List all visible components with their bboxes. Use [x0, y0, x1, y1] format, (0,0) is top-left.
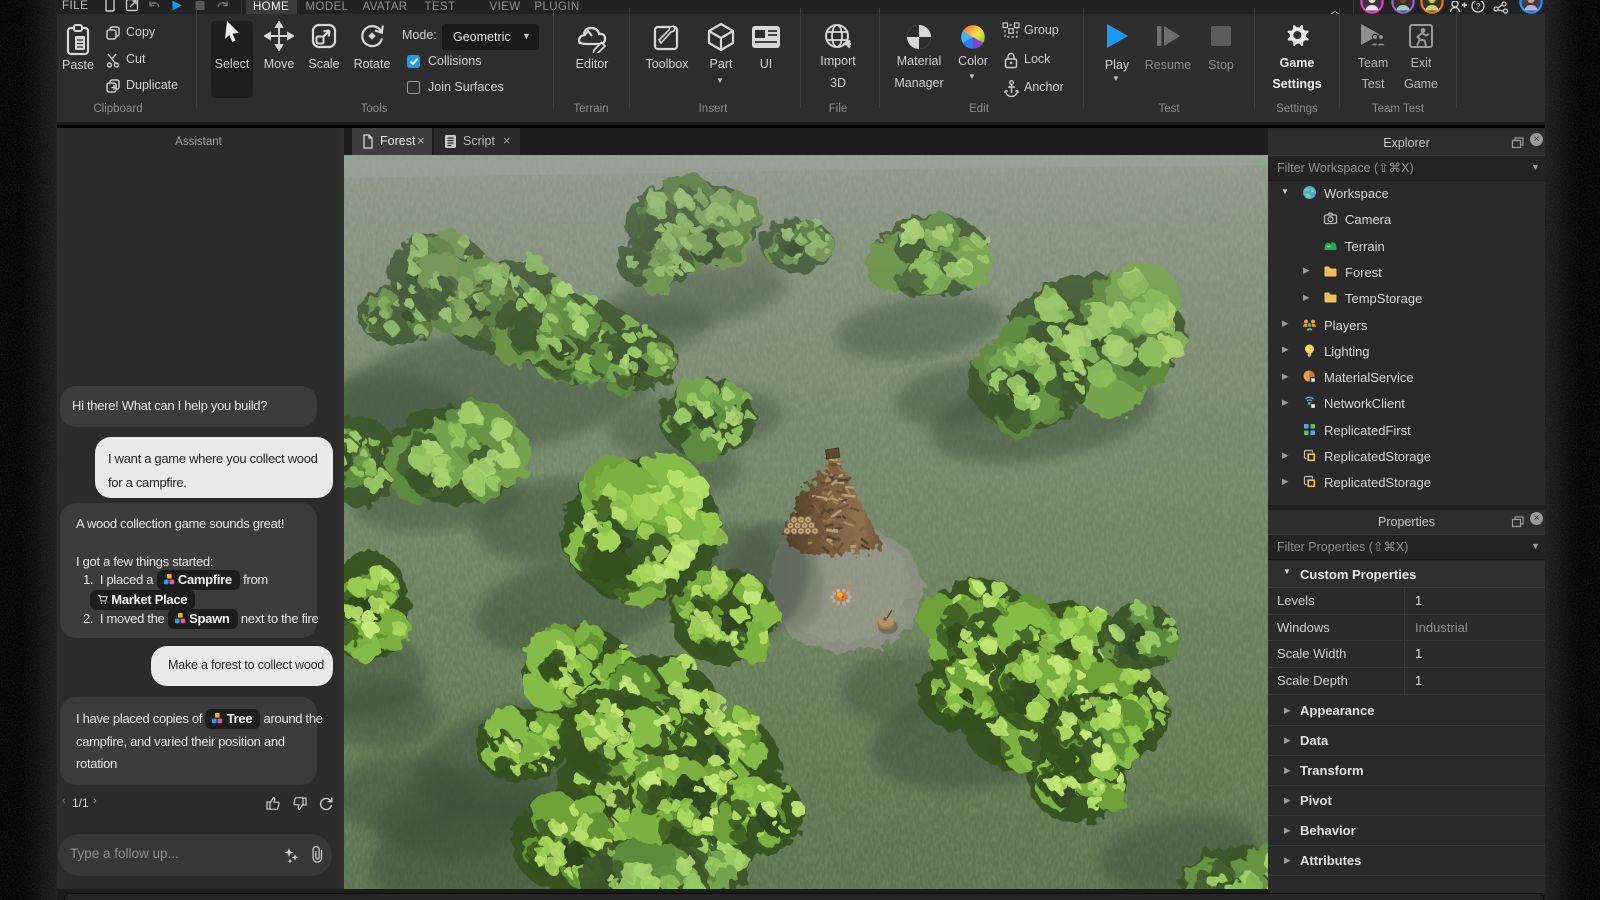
svg-text:Y: Y	[1260, 159, 1266, 169]
svg-text:?: ?	[1476, 1, 1481, 11]
